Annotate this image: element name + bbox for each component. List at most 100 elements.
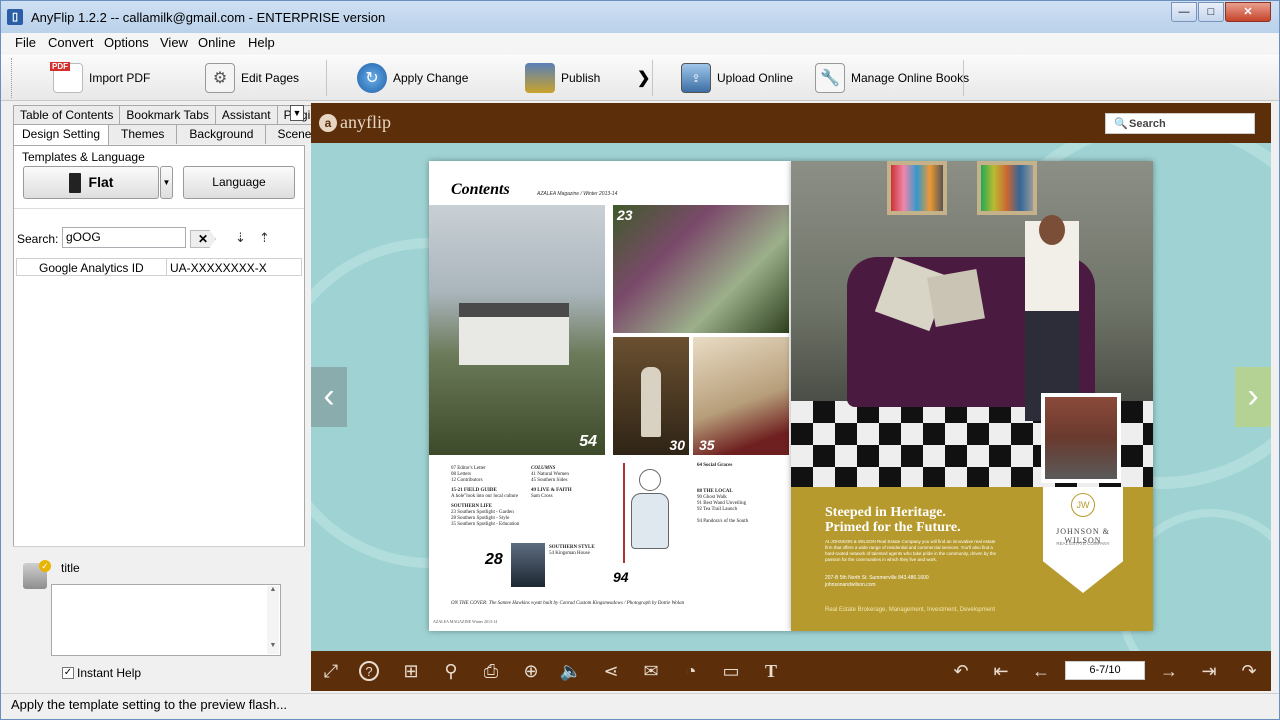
import-pdf-button[interactable]: PDF Import PDF	[50, 60, 151, 96]
templates-language-label: Templates & Language	[22, 150, 145, 164]
previous-page-icon[interactable]: ←	[1029, 659, 1053, 683]
contents-heading: Contents	[451, 181, 510, 198]
illustration-head	[639, 469, 661, 491]
tab-design-setting[interactable]: Design Setting	[13, 124, 110, 145]
book-icon	[68, 173, 81, 194]
template-flat-label: Flat	[88, 174, 114, 190]
tab-assistant[interactable]: Assistant	[214, 105, 278, 125]
magazine-right-page[interactable]: Steeped in Heritage. Primed for the Futu…	[791, 161, 1153, 631]
upload-online-button[interactable]: ⇪ Upload Online	[681, 60, 793, 96]
woman-head	[1039, 215, 1065, 245]
language-button[interactable]: Language	[183, 166, 295, 199]
sort-descending-icon[interactable]: ⇣	[235, 230, 246, 246]
manage-online-books-button[interactable]: 🔧 Manage Online Books	[815, 60, 969, 96]
anyflip-app-icon: ▯	[7, 9, 23, 25]
edit-pages-label: Edit Pages	[241, 71, 300, 85]
help-scrollbar[interactable]: ▲ ▼	[267, 586, 279, 654]
book-photo: 35	[693, 337, 789, 455]
window-title: AnyFlip 1.2.2 -- callamilk@gmail.com - E…	[31, 10, 386, 25]
cabbage-photo: 23	[613, 205, 789, 333]
tab-dropdown-arrow-icon[interactable]: ▼	[290, 105, 304, 121]
database-help-icon: ✓	[23, 560, 51, 589]
previous-start-icon[interactable]: ⇤	[989, 659, 1013, 683]
prev-page-arrow-icon[interactable]: ‹	[311, 367, 347, 427]
tab-themes[interactable]: Themes	[108, 124, 178, 144]
template-flat-button[interactable]: Flat	[23, 166, 159, 199]
woman-figure	[641, 367, 661, 437]
viewer-brand: anyflip	[340, 112, 391, 132]
menu-help[interactable]: Help	[248, 35, 275, 50]
toolbar-separator	[963, 60, 964, 96]
storefront-photo	[1045, 397, 1117, 479]
help-icon[interactable]: ?	[359, 661, 379, 681]
property-divider	[166, 259, 167, 275]
instant-help-label: Instant Help	[77, 666, 142, 680]
search-input[interactable]: gOOG	[62, 227, 186, 248]
comment-icon[interactable]: ▭	[719, 659, 743, 683]
clear-search-icon[interactable]: ✕	[190, 230, 216, 248]
toc-column-1: 07 Editor's Letter 08 Letters 12 Contrib…	[451, 466, 531, 528]
title-bar: ▯ AnyFlip 1.2.2 -- callamilk@gmail.com -…	[1, 1, 1279, 33]
menu-online[interactable]: Online	[198, 35, 236, 50]
close-button[interactable]: ✕	[1225, 2, 1271, 22]
instant-help-checkbox[interactable]: ✓	[62, 667, 74, 679]
email-icon[interactable]: ✉	[639, 659, 663, 683]
next-page-icon[interactable]: →	[1157, 659, 1181, 683]
template-dropdown-arrow-icon[interactable]: ▼	[160, 166, 173, 199]
publish-label: Publish	[561, 71, 601, 85]
first-page-icon[interactable]: ↶	[949, 659, 973, 683]
forward-icon[interactable]: ↷	[1237, 659, 1261, 683]
thumbnails-icon[interactable]: ⊞	[399, 659, 423, 683]
tab-bookmark-tabs[interactable]: Bookmark Tabs	[119, 105, 216, 125]
share-icon[interactable]: ⋖	[599, 659, 623, 683]
logo-subtitle: REAL ESTATE COMPANY	[1056, 541, 1110, 546]
toc-item: A hole"look into our local culture	[451, 494, 519, 499]
viewer-search-box[interactable]: 🔍 Search	[1105, 113, 1255, 134]
publish-button[interactable]: Publish	[525, 60, 600, 96]
toc-item: 35 Southern Spotlight - Education	[451, 522, 520, 527]
menu-file[interactable]: File	[15, 35, 36, 50]
ad-services: Real Estate Brokerage, Management, Inves…	[825, 607, 996, 613]
toolbar-separator	[652, 60, 653, 96]
book-cover-thumbnail	[511, 543, 545, 587]
text-icon[interactable]: T	[759, 659, 783, 683]
page-indicator-input[interactable]: 6-7/10	[1065, 661, 1145, 680]
menu-convert[interactable]: Convert	[48, 35, 94, 50]
toc-item: 64 Social Graces	[697, 463, 733, 468]
property-value[interactable]: UA-XXXXXXXX-X	[170, 261, 267, 275]
wall-art-1	[887, 161, 947, 215]
social-icon[interactable]: ◔	[679, 659, 703, 683]
photo-number-30: 30	[669, 437, 685, 453]
edit-pages-button[interactable]: ⚙ Edit Pages	[205, 60, 299, 96]
toc-number-94: 94	[613, 569, 629, 585]
fullscreen-icon[interactable]: ⤢	[319, 659, 343, 683]
sort-ascending-icon[interactable]: ⇡	[259, 230, 270, 246]
ad-headline-2: Primed for the Future.	[825, 520, 961, 535]
magazine-left-page[interactable]: Contents AZALEA Magazine / Winter 2013-1…	[429, 161, 791, 631]
next-page-arrow-icon[interactable]: ›	[1235, 367, 1271, 427]
help-text-area[interactable]: ▲ ▼	[51, 584, 281, 656]
print-icon[interactable]: ⎙	[479, 659, 503, 683]
photo-number-35: 35	[699, 437, 715, 453]
tab-table-of-contents[interactable]: Table of Contents	[13, 105, 121, 125]
menu-options[interactable]: Options	[104, 35, 149, 50]
house-photo: 54	[429, 205, 605, 455]
ad-address: 207-B 5th North St. Summerville 843.486.…	[825, 575, 929, 588]
minimize-button[interactable]: —	[1171, 2, 1197, 22]
check-badge-icon: ✓	[39, 560, 51, 572]
import-pdf-label: Import PDF	[89, 71, 151, 85]
apply-change-button[interactable]: ↻ Apply Change	[357, 60, 468, 96]
maximize-button[interactable]: □	[1198, 2, 1224, 22]
sound-icon[interactable]: 🔈	[559, 659, 583, 683]
property-row[interactable]: Google Analytics ID UA-XXXXXXXX-X	[16, 258, 302, 276]
last-page-icon[interactable]: ⇥	[1197, 659, 1221, 683]
photo-number-23: 23	[617, 207, 633, 223]
anyflip-logo-icon: a	[319, 114, 337, 132]
menu-view[interactable]: View	[160, 35, 188, 50]
toolbar-more-chevron-icon[interactable]: ❯	[637, 68, 650, 88]
search-label: Search:	[17, 232, 59, 246]
search-icon[interactable]: ⚲	[439, 659, 463, 683]
zoom-in-icon[interactable]: ⊕	[519, 659, 543, 683]
tab-background[interactable]: Background	[176, 124, 267, 144]
toc-column-2: COLUMNS 41 Natural Women 45 Southern Sid…	[531, 466, 606, 500]
